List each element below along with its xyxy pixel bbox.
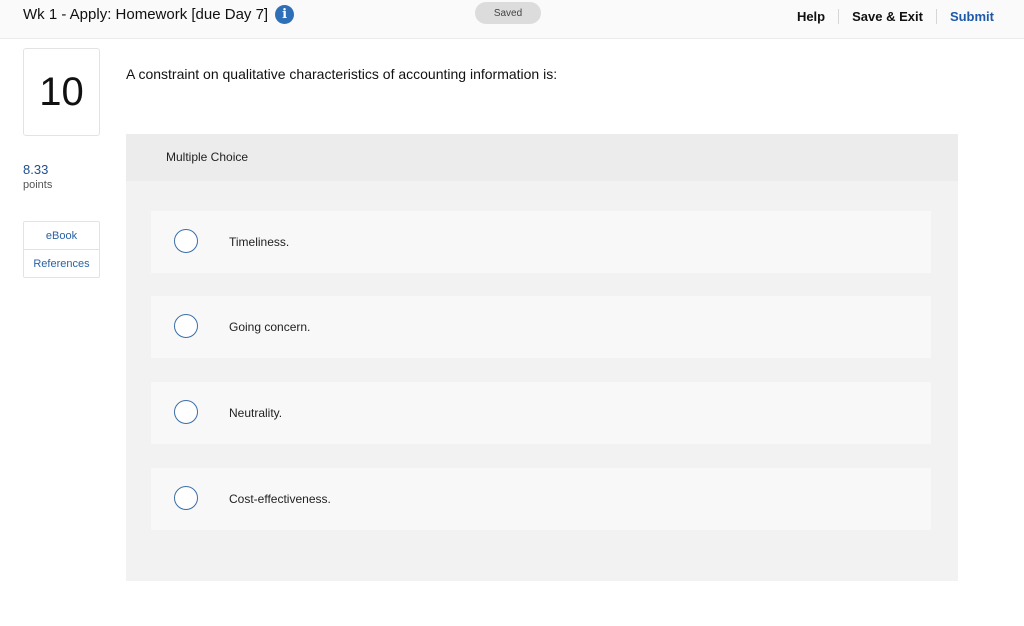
radio-button[interactable]	[174, 486, 198, 510]
radio-button[interactable]	[174, 314, 198, 338]
assignment-title: Wk 1 - Apply: Homework [due Day 7]	[23, 6, 269, 23]
radio-button[interactable]	[174, 229, 198, 253]
ebook-link[interactable]: eBook	[24, 222, 99, 249]
top-bar: Wk 1 - Apply: Homework [due Day 7] i Sav…	[0, 0, 1024, 39]
references-link[interactable]: References	[24, 249, 99, 277]
multiple-choice-panel: Multiple Choice Timeliness. Going concer…	[126, 134, 958, 581]
answer-option[interactable]: Going concern.	[151, 296, 931, 358]
question-type-header: Multiple Choice	[126, 134, 958, 181]
assignment-title-row: Wk 1 - Apply: Homework [due Day 7] i	[23, 5, 295, 24]
info-icon[interactable]: i	[275, 5, 295, 24]
answer-option[interactable]: Cost-effectiveness.	[151, 468, 931, 530]
answer-option[interactable]: Timeliness.	[151, 211, 931, 273]
top-actions: Help Save & Exit Submit	[784, 7, 1008, 25]
points-value: 8.33	[23, 162, 49, 177]
answer-option-label: Neutrality.	[229, 406, 283, 420]
saved-status-badge: Saved	[475, 2, 541, 24]
answer-option[interactable]: Neutrality.	[151, 382, 931, 444]
help-button[interactable]: Help	[784, 8, 840, 24]
question-number: 10	[23, 48, 100, 136]
answer-option-label: Timeliness.	[229, 235, 290, 249]
question-type-label: Multiple Choice	[166, 150, 249, 164]
points-label: points	[23, 179, 53, 191]
resources-panel: eBook References	[23, 221, 100, 278]
answer-option-label: Cost-effectiveness.	[229, 492, 331, 506]
save-exit-button[interactable]: Save & Exit	[839, 8, 937, 24]
answer-option-label: Going concern.	[229, 320, 311, 334]
question-text: A constraint on qualitative characterist…	[126, 66, 558, 82]
radio-button[interactable]	[174, 400, 198, 424]
submit-button[interactable]: Submit	[937, 9, 1008, 24]
